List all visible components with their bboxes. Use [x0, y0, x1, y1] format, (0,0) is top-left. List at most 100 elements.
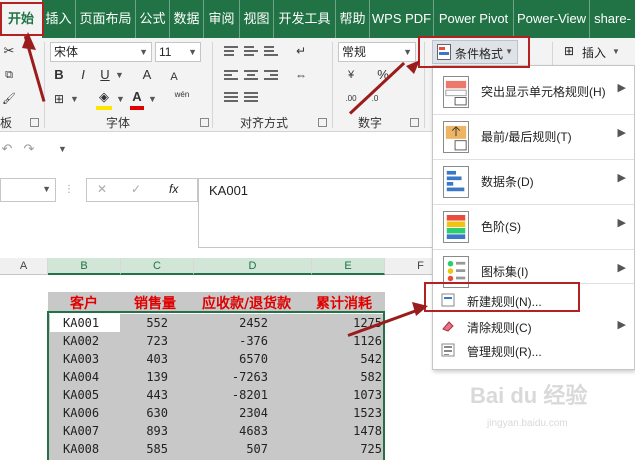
align-middle-icon[interactable]: [244, 44, 258, 58]
insert-cells-label: 插入: [582, 46, 607, 60]
chevron-down-icon: ▼: [403, 47, 412, 57]
redo-icon[interactable]: ↷: [22, 140, 36, 158]
chevron-down-icon[interactable]: ▼: [70, 94, 79, 104]
eraser-icon: [442, 321, 454, 332]
header-customer[interactable]: 客户: [70, 293, 98, 313]
wrap-text-icon[interactable]: ↵: [292, 42, 310, 60]
menu-item-clear-rules[interactable]: 清除规则(C) ▶: [433, 315, 634, 337]
currency-icon[interactable]: ¥: [342, 66, 360, 84]
merge-center-icon[interactable]: ⇔: [292, 66, 310, 84]
align-right-icon[interactable]: [264, 68, 278, 82]
tab-power-view[interactable]: Power-View: [514, 0, 590, 38]
fill-color-icon[interactable]: ◈: [96, 88, 112, 110]
bold-button[interactable]: B: [52, 66, 66, 84]
selection-border: [47, 311, 385, 460]
menu-item-label: 图标集(I): [481, 265, 529, 279]
tab-view[interactable]: 视图: [240, 0, 274, 38]
align-center-icon[interactable]: [244, 68, 258, 82]
font-group-label: 字体: [106, 116, 131, 130]
menu-item-color-scales[interactable]: 色阶(S) ▶: [433, 205, 634, 249]
tab-review[interactable]: 审阅: [204, 0, 240, 38]
menu-item-highlight-cells-rules[interactable]: 突出显示单元格规则(H) ▶: [433, 70, 634, 114]
confirm-icon[interactable]: ✓: [131, 182, 141, 196]
name-box[interactable]: ▼: [0, 178, 56, 202]
group-divider: [212, 42, 213, 128]
copy-icon[interactable]: ⧉: [2, 66, 16, 84]
data-bars-icon: [443, 166, 469, 198]
chevron-down-icon[interactable]: ▼: [116, 94, 125, 104]
font-color-button[interactable]: A: [130, 88, 144, 110]
tab-developer[interactable]: 开发工具: [274, 0, 336, 38]
tab-wps-pdf[interactable]: WPS PDF: [370, 0, 434, 38]
menu-item-label: 清除规则(C): [467, 321, 532, 335]
italic-button[interactable]: I: [76, 66, 90, 84]
menu-item-manage-rules[interactable]: 管理规则(R)...: [433, 339, 634, 361]
menu-item-label: 数据条(D): [481, 175, 534, 189]
conditional-formatting-menu: 突出显示单元格规则(H) ▶ 最前/最后规则(T) ▶ 数据条(D) ▶ 色阶(…: [432, 65, 635, 370]
shrink-font-button[interactable]: A: [168, 68, 180, 86]
column-header-c[interactable]: C: [121, 258, 194, 275]
submenu-arrow-icon: ▶: [617, 172, 626, 184]
menu-item-label: 管理规则(R)...: [467, 345, 542, 359]
grow-font-button[interactable]: A: [140, 66, 154, 84]
chevron-down-icon: ▼: [612, 47, 620, 56]
top-bottom-rules-icon: [443, 121, 469, 153]
font-size-value: 11: [159, 45, 172, 59]
menu-item-top-bottom-rules[interactable]: 最前/最后规则(T) ▶: [433, 115, 634, 159]
font-size-combo[interactable]: 11 ▼: [155, 42, 201, 62]
table-header-row: 客户 销售量 应收款/退货款 累计消耗: [48, 292, 385, 312]
menu-item-label: 色阶(S): [481, 220, 521, 234]
number-format-combo[interactable]: 常规 ▼: [338, 42, 416, 62]
decrease-indent-icon[interactable]: [224, 90, 238, 104]
tab-data[interactable]: 数据: [170, 0, 204, 38]
column-header-a[interactable]: A: [0, 258, 48, 275]
column-header-e[interactable]: E: [312, 258, 385, 275]
highlight-cells-icon: [443, 76, 469, 108]
chevron-down-icon[interactable]: ▼: [148, 94, 157, 104]
insert-function-icon[interactable]: fx: [169, 182, 178, 196]
menu-item-data-bars[interactable]: 数据条(D) ▶: [433, 160, 634, 204]
quick-access-customize-icon[interactable]: ▼: [58, 144, 67, 154]
cancel-icon[interactable]: ✕: [97, 182, 107, 196]
align-top-icon[interactable]: [224, 44, 238, 58]
annotation-box-new-rule: [424, 282, 580, 312]
increase-indent-icon[interactable]: [244, 90, 258, 104]
cut-icon[interactable]: ✂: [2, 42, 16, 60]
undo-icon[interactable]: ↶: [0, 140, 14, 158]
font-name-combo[interactable]: 宋体 ▼: [50, 42, 152, 62]
submenu-arrow-icon: ▶: [617, 127, 626, 139]
alignment-launcher-icon[interactable]: [318, 118, 327, 127]
column-header-b[interactable]: B: [48, 258, 121, 275]
watermark-url: jingyan.baidu.com: [487, 418, 568, 429]
clipboard-launcher-icon[interactable]: [30, 118, 39, 127]
header-sales[interactable]: 销售量: [134, 293, 176, 313]
ribbon-tab-bar: 开始 插入 页面布局 公式 数据 审阅 视图 开发工具 帮助 WPS PDF P…: [0, 0, 635, 38]
column-header-d[interactable]: D: [194, 258, 312, 275]
tab-insert[interactable]: 插入: [42, 0, 76, 38]
group-divider: [332, 42, 333, 128]
clipboard-group-label: 板: [0, 116, 13, 130]
number-launcher-icon[interactable]: [410, 118, 419, 127]
borders-icon[interactable]: ⊞: [52, 90, 66, 108]
number-format-value: 常规: [342, 45, 367, 59]
tab-page-layout[interactable]: 页面布局: [76, 0, 136, 38]
phonetic-guide-button[interactable]: wén: [170, 86, 194, 104]
submenu-arrow-icon: ▶: [617, 319, 626, 331]
tab-power-pivot[interactable]: Power Pivot: [434, 0, 514, 38]
align-left-icon[interactable]: [224, 68, 238, 82]
align-bottom-icon[interactable]: [264, 44, 278, 58]
insert-cells-button[interactable]: ⊞ 插入 ▼: [560, 42, 630, 62]
font-launcher-icon[interactable]: [200, 118, 209, 127]
tab-help[interactable]: 帮助: [336, 0, 370, 38]
tab-formulas[interactable]: 公式: [136, 0, 170, 38]
underline-button[interactable]: U: [98, 66, 112, 84]
header-cumulative[interactable]: 累计消耗: [316, 293, 372, 313]
tab-share[interactable]: share-: [590, 0, 635, 38]
header-receivable[interactable]: 应收款/退货款: [202, 293, 291, 313]
submenu-arrow-icon: ▶: [617, 82, 626, 94]
manage-rules-icon: [441, 343, 455, 357]
format-painter-icon[interactable]: 🖌: [2, 90, 16, 108]
chevron-down-icon[interactable]: ▼: [115, 70, 124, 80]
annotation-box-conditional-formatting: [418, 36, 530, 68]
chevron-down-icon: ▼: [139, 47, 148, 57]
